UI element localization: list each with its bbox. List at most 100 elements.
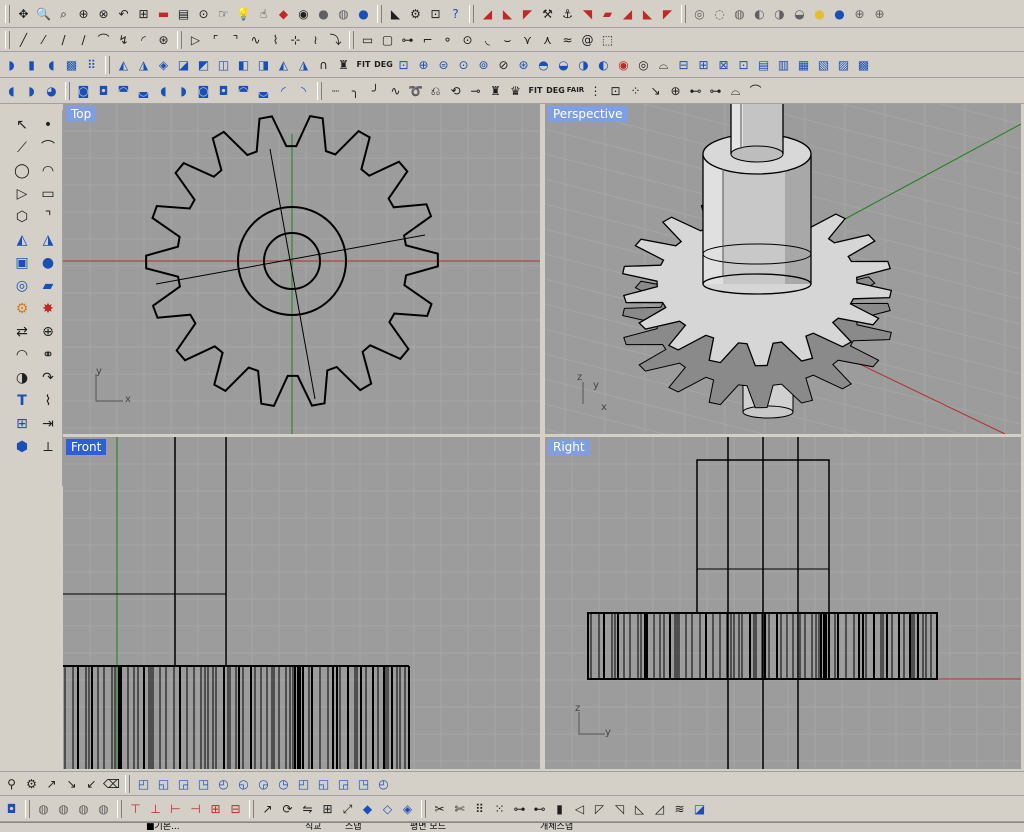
select-arrow-icon[interactable]: ↖ [11, 114, 33, 136]
cube-extrude-icon[interactable]: ◴ [214, 774, 233, 793]
curve-intersect-icon[interactable]: ╯ [366, 81, 385, 100]
toolbar-grip[interactable] [5, 30, 10, 49]
curve-edit-left-icon[interactable]: ⌇ [37, 390, 59, 412]
dimension-left-icon[interactable]: ◑ [11, 367, 33, 389]
surface-trim-icon-2[interactable]: ◨ [254, 55, 273, 74]
curve-offset-icon[interactable]: ⋎ [518, 30, 537, 49]
toolbar-grip[interactable] [117, 799, 122, 818]
surface-fillet-icon[interactable]: ◪ [174, 55, 193, 74]
box-icon[interactable]: ◘ [2, 799, 21, 818]
align-bottom-icon[interactable]: ⊥ [146, 799, 165, 818]
undo-view-icon[interactable]: ↶ [114, 4, 133, 23]
block-left-icon[interactable]: ⊞ [11, 413, 33, 435]
render-preview-icon[interactable]: ◒ [790, 4, 809, 23]
loft-icon[interactable]: ▩ [62, 55, 81, 74]
points-off-icon[interactable]: ⁘ [626, 81, 645, 100]
transform-icon[interactable]: ↗ [258, 799, 277, 818]
snap-icon[interactable]: ⚲ [2, 774, 21, 793]
surface-curvature-icon[interactable]: ◎ [634, 55, 653, 74]
light-bulb-icon[interactable]: 💡 [234, 4, 253, 23]
anchor-icon[interactable]: ⚓ [558, 4, 577, 23]
edit-points-icon[interactable]: ⊡ [606, 81, 625, 100]
fillet-corner-icon[interactable]: ⌜ [206, 30, 225, 49]
revolve-icon[interactable]: ◖ [42, 55, 61, 74]
sphere-solid-icon[interactable]: ◕ [42, 81, 61, 100]
extrude-icon[interactable]: ▮ [22, 55, 41, 74]
analyze-left-icon[interactable]: ◠ [11, 344, 33, 366]
polyline-icon[interactable]: ╱ [14, 30, 33, 49]
triangle-icon[interactable]: ◺ [630, 799, 649, 818]
arc-icon[interactable]: ⌒ [94, 30, 113, 49]
deg-2-icon[interactable]: DEG [546, 81, 565, 100]
boolean-intersect-icon[interactable]: ◙ [194, 81, 213, 100]
surface-twist-icon[interactable]: ◒ [554, 55, 573, 74]
four-viewports-icon[interactable]: ⊞ [134, 4, 153, 23]
tangent-icon[interactable]: ↙ [82, 774, 101, 793]
wedge-icon[interactable]: ◹ [610, 799, 629, 818]
render-shaded-icon[interactable]: ◆ [274, 4, 293, 23]
surface-contour-icon[interactable]: ▧ [814, 55, 833, 74]
viewport-top[interactable]: Top y x [63, 104, 540, 434]
circle-left-icon[interactable]: ◯ [11, 160, 33, 182]
surface-edit-icon[interactable]: ◥ [578, 4, 597, 23]
array-icon[interactable]: ⊞ [318, 799, 337, 818]
shaded-circle-icon[interactable]: ◍ [730, 4, 749, 23]
curve-join-icon[interactable]: ⌣ [498, 30, 517, 49]
circle-arrows-icon[interactable]: ⟲ [446, 81, 465, 100]
cube-rotate-icon[interactable]: ◰ [294, 774, 313, 793]
surface-bend-icon[interactable]: ◓ [534, 55, 553, 74]
curve-blend-icon[interactable]: ↯ [114, 30, 133, 49]
xray-icon[interactable]: ◑ [770, 4, 789, 23]
cube-icon[interactable]: ◰ [134, 774, 153, 793]
cut-surface-icon[interactable]: ◤ [518, 4, 537, 23]
viewport-perspective[interactable]: Perspective z y x [545, 104, 1021, 434]
person-2-icon[interactable]: ♜ [486, 81, 505, 100]
align-middle-icon[interactable]: ⊟ [226, 799, 245, 818]
network-icon[interactable]: ◈ [154, 55, 173, 74]
hexagon-icon[interactable]: ⬡ [11, 206, 33, 228]
rebuild-icon[interactable]: ⊡ [394, 55, 413, 74]
blue-ball-icon[interactable]: ● [830, 4, 849, 23]
toolbar-grip[interactable] [5, 4, 10, 23]
patch-icon[interactable]: ◮ [134, 55, 153, 74]
point-icon[interactable]: • [37, 114, 59, 136]
extrude-left-icon[interactable]: ◮ [37, 229, 59, 251]
boolean-left-icon[interactable]: ⚭ [37, 344, 59, 366]
cube-arrow-icon[interactable]: ◲ [174, 774, 193, 793]
chevron-icon[interactable]: ◿ [650, 799, 669, 818]
orient-icon[interactable]: ◆ [358, 799, 377, 818]
surface-blend-icon[interactable]: ◩ [194, 55, 213, 74]
help-icon[interactable]: ? [446, 4, 465, 23]
insert-knot-icon[interactable]: ⊷ [686, 81, 705, 100]
weight-icon[interactable]: ⊕ [666, 81, 685, 100]
grid-snap-icon[interactable]: ⚙ [22, 774, 41, 793]
control-points-grid-icon[interactable]: ⠿ [470, 799, 489, 818]
surface-red-icon[interactable]: ◢ [478, 4, 497, 23]
transform-left-icon[interactable]: ⇄ [11, 321, 33, 343]
cube-end-icon[interactable]: ◪ [690, 799, 709, 818]
line-icon[interactable]: ⁄ [34, 30, 53, 49]
cube-move-icon[interactable]: ◶ [254, 774, 273, 793]
surface-plane-icon[interactable]: ◗ [2, 55, 21, 74]
cap-icon[interactable]: ◛ [254, 81, 273, 100]
surface-edge-icon[interactable]: ⊟ [674, 55, 693, 74]
surface-tool-icon[interactable]: ◣ [498, 4, 517, 23]
move-icon[interactable]: ✥ [14, 4, 33, 23]
pipe-tool-icon[interactable]: ⊶ [510, 799, 529, 818]
edit-tool-icon[interactable]: ↘ [62, 774, 81, 793]
pipe-icon[interactable]: ◚ [114, 81, 133, 100]
curve-hook-icon[interactable]: ⎌ [426, 81, 445, 100]
viewport-right[interactable]: Right z y [545, 437, 1021, 769]
eraser-icon[interactable]: ⌫ [102, 774, 121, 793]
surface-split-icon[interactable]: ◢ [618, 4, 637, 23]
kink-icon[interactable]: ↘ [646, 81, 665, 100]
curve-wave-icon[interactable]: ≈ [558, 30, 577, 49]
surface-offset-icon[interactable]: ◫ [214, 55, 233, 74]
sphere-left-icon[interactable]: ● [37, 252, 59, 274]
surface-unroll-icon[interactable]: ▤ [754, 55, 773, 74]
remove-knot-icon[interactable]: ⊶ [706, 81, 725, 100]
gear-settings-icon[interactable]: ⚙ [406, 4, 425, 23]
curve-edit-icon[interactable]: ≀ [306, 30, 325, 49]
curve-tool-icon[interactable]: ↗ [42, 774, 61, 793]
align-right-icon[interactable]: ⊣ [186, 799, 205, 818]
